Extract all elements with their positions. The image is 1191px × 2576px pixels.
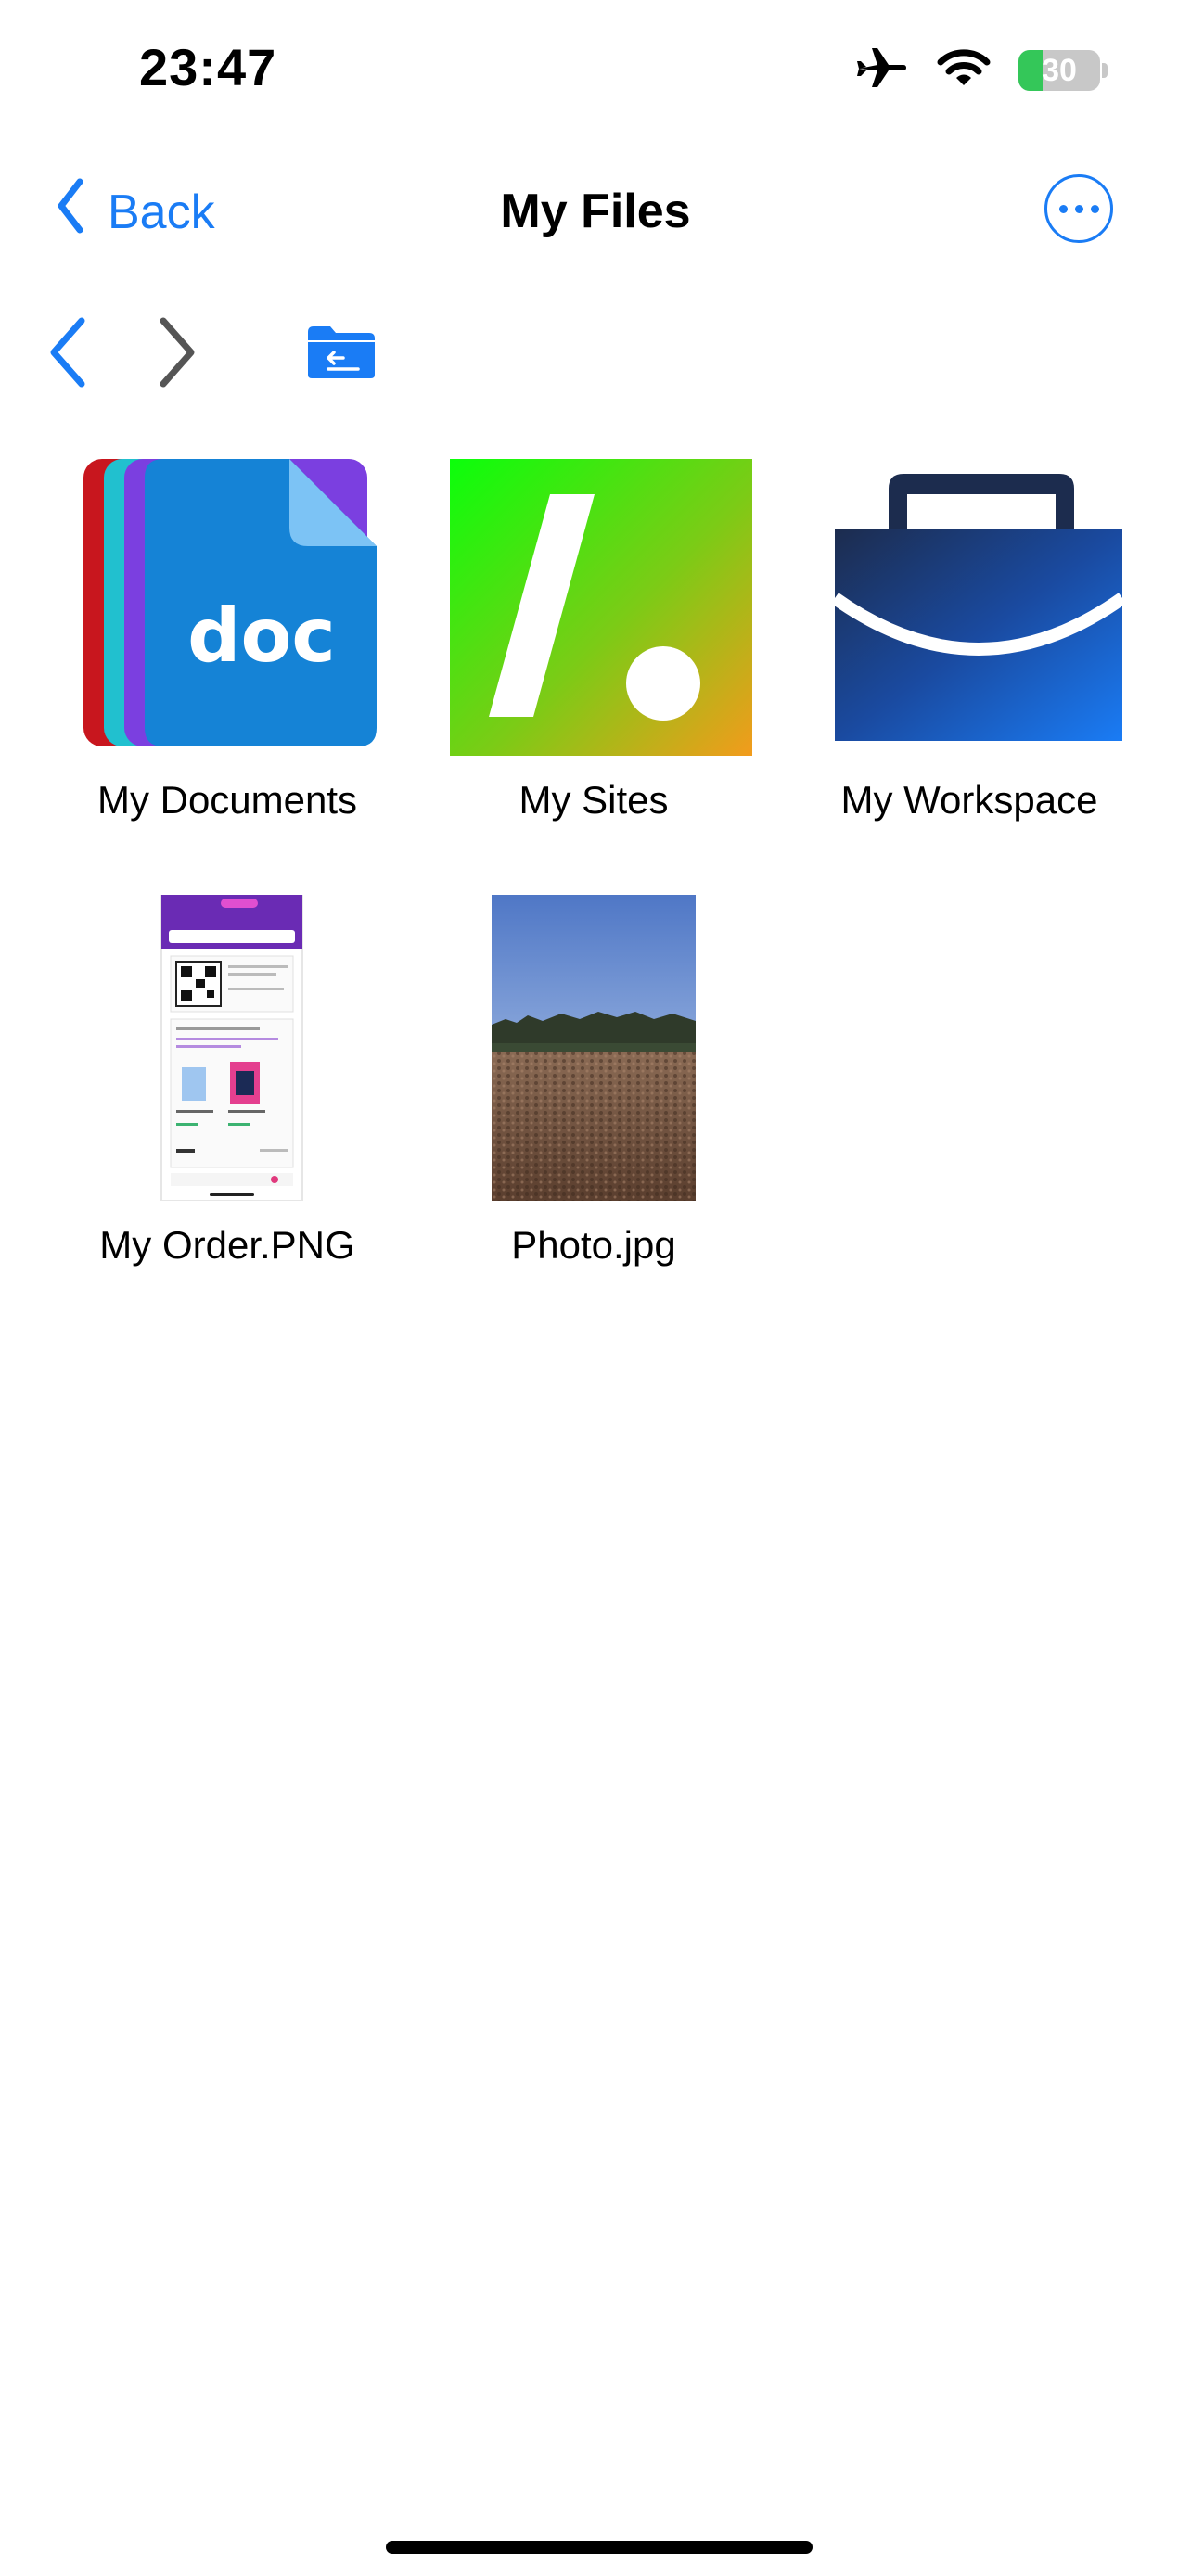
home-indicator[interactable]: [386, 2541, 813, 2554]
upload-folder-button[interactable]: [306, 325, 377, 385]
item-label: Photo.jpg: [511, 1223, 676, 1267]
item-label: My Workspace: [840, 778, 1098, 822]
status-bar: 23:47 30: [0, 0, 1191, 139]
folder-item-my-workspace[interactable]: My Workspace: [788, 450, 1150, 823]
page-title: My Files: [500, 185, 691, 238]
folder-item-my-documents[interactable]: doc My Documents: [46, 450, 408, 823]
more-options-button[interactable]: [1044, 174, 1113, 243]
files-screen: 23:47 30 Back My Files doc My Documents …: [0, 0, 1191, 2576]
ellipsis-circle-icon: [1058, 204, 1068, 213]
toolbar: [0, 315, 1191, 408]
item-label: My Sites: [519, 778, 669, 822]
image-thumbnail: [46, 894, 408, 1202]
navigate-back-button[interactable]: [45, 315, 91, 394]
photo-thumbnail: [413, 895, 775, 1201]
airplane-icon: [855, 45, 909, 96]
battery-charging-icon: 30: [1018, 49, 1108, 91]
nav-bar: Back My Files: [0, 167, 1191, 260]
wifi-icon: [937, 47, 991, 93]
doc-stack-icon: doc: [46, 450, 408, 756]
status-icons: 30: [855, 45, 1108, 96]
chevron-left-icon: [45, 317, 91, 393]
folder-item-my-sites[interactable]: My Sites: [413, 450, 775, 823]
battery-level: 30: [1042, 52, 1077, 88]
doc-icon-text: doc: [187, 593, 336, 679]
chevron-right-icon: [154, 317, 200, 393]
file-item-photo-jpg[interactable]: Photo.jpg: [413, 895, 775, 1268]
folder-upload-icon: [306, 326, 377, 384]
item-label: My Order.PNG: [99, 1223, 355, 1267]
navigate-forward-button[interactable]: [154, 315, 200, 394]
item-label: My Documents: [96, 778, 358, 822]
sites-icon: [413, 450, 775, 761]
status-time: 23:47: [139, 38, 277, 96]
briefcase-icon: [788, 450, 1150, 756]
file-item-my-order-png[interactable]: My Order.PNG: [46, 894, 408, 1268]
